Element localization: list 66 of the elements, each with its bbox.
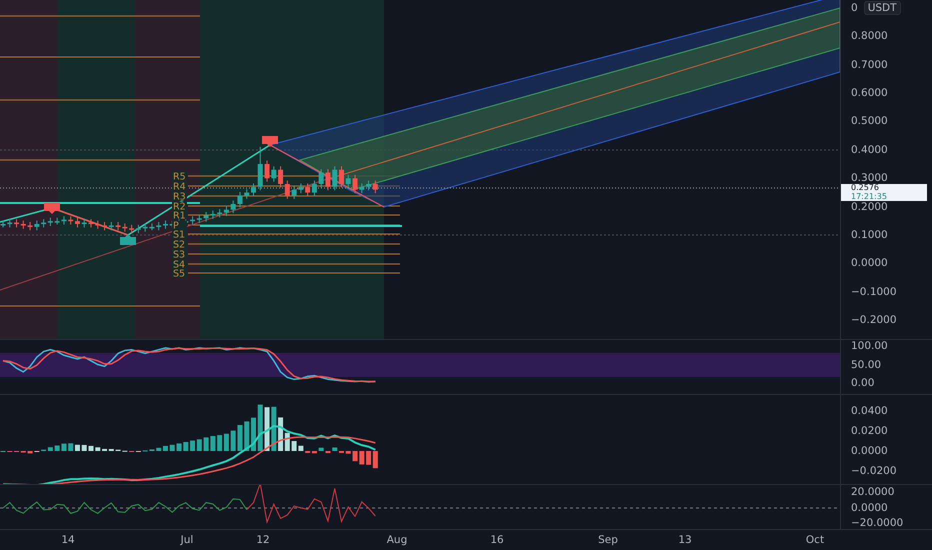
candle xyxy=(346,174,351,188)
axis-label: 0.00 xyxy=(851,377,874,389)
time-label: Oct xyxy=(806,534,824,546)
axis-label: 0.0000 xyxy=(851,257,888,270)
candle xyxy=(258,146,263,191)
histogram-bar xyxy=(346,451,351,454)
axis-label: 0 xyxy=(851,2,858,14)
pivot-label: S2 xyxy=(172,240,187,250)
high-marker xyxy=(262,136,278,147)
time-label: Jul xyxy=(180,534,194,546)
currency-label: USDT xyxy=(864,1,901,15)
axis-label: 0.4000 xyxy=(851,144,888,156)
candle xyxy=(251,182,256,196)
pivot-label: R5 xyxy=(172,172,187,182)
last-price-badge: 0.2576 17:21:35 xyxy=(841,184,927,202)
histogram-bar xyxy=(170,444,175,451)
histogram-bar xyxy=(244,421,250,451)
histogram-bar xyxy=(88,446,94,451)
time-label: Aug xyxy=(386,534,408,546)
pivot-label: R3 xyxy=(172,192,187,202)
axis-label: 0.7000 xyxy=(851,58,888,71)
axis-label: 0.8000 xyxy=(851,30,888,42)
high-marker xyxy=(44,203,60,214)
pivot-label: S4 xyxy=(172,260,187,270)
histogram-bar xyxy=(95,447,100,451)
axis-label: 0.0200 xyxy=(851,425,888,437)
axis-label: 0.2000 xyxy=(851,200,888,213)
time-label: 14 xyxy=(61,534,75,546)
candle xyxy=(88,218,94,228)
low-marker xyxy=(120,234,136,245)
candle xyxy=(332,166,338,191)
histogram-bar xyxy=(82,444,87,451)
candle xyxy=(0,220,6,228)
axis-label: 0.0000 xyxy=(851,445,888,457)
histogram-bar xyxy=(251,418,256,451)
pivot-label: R4 xyxy=(172,182,187,192)
pivot-label: P xyxy=(172,220,187,232)
axis-label: −0.1000 xyxy=(851,286,897,298)
pivot-label: S3 xyxy=(172,250,187,260)
candle xyxy=(244,188,250,200)
time-label: 13 xyxy=(678,534,692,546)
candle xyxy=(82,218,87,228)
axis-label: 0.1000 xyxy=(851,228,888,241)
axis-label: 0.6000 xyxy=(851,87,888,100)
time-label: 12 xyxy=(256,534,270,546)
axis-label: 0.0000 xyxy=(851,502,888,514)
pivot-label: R2 xyxy=(172,202,187,212)
axis-label: 100.00 xyxy=(851,340,888,352)
axis-label: 0.3000 xyxy=(851,172,888,184)
histogram-bar xyxy=(258,404,263,451)
axis-label: 0.0400 xyxy=(851,405,888,417)
time-label: Sep xyxy=(598,534,618,546)
axis-label: 50.00 xyxy=(851,358,882,370)
pivot-label: S1 xyxy=(172,230,187,240)
histogram-bar xyxy=(332,448,338,451)
axis-label: 0.5000 xyxy=(851,115,888,128)
candle xyxy=(339,166,344,188)
candle xyxy=(95,220,100,230)
axis-label: −0.0200 xyxy=(851,465,897,477)
pivot-label: S5 xyxy=(172,268,187,280)
axis-label: −20.0000 xyxy=(851,517,904,529)
axis-label: 20.0000 xyxy=(851,486,894,498)
pivot-label: R1 xyxy=(172,210,187,222)
axis-label: −0.2000 xyxy=(851,314,897,326)
time-label: 16 xyxy=(490,534,504,546)
candle xyxy=(7,218,12,228)
